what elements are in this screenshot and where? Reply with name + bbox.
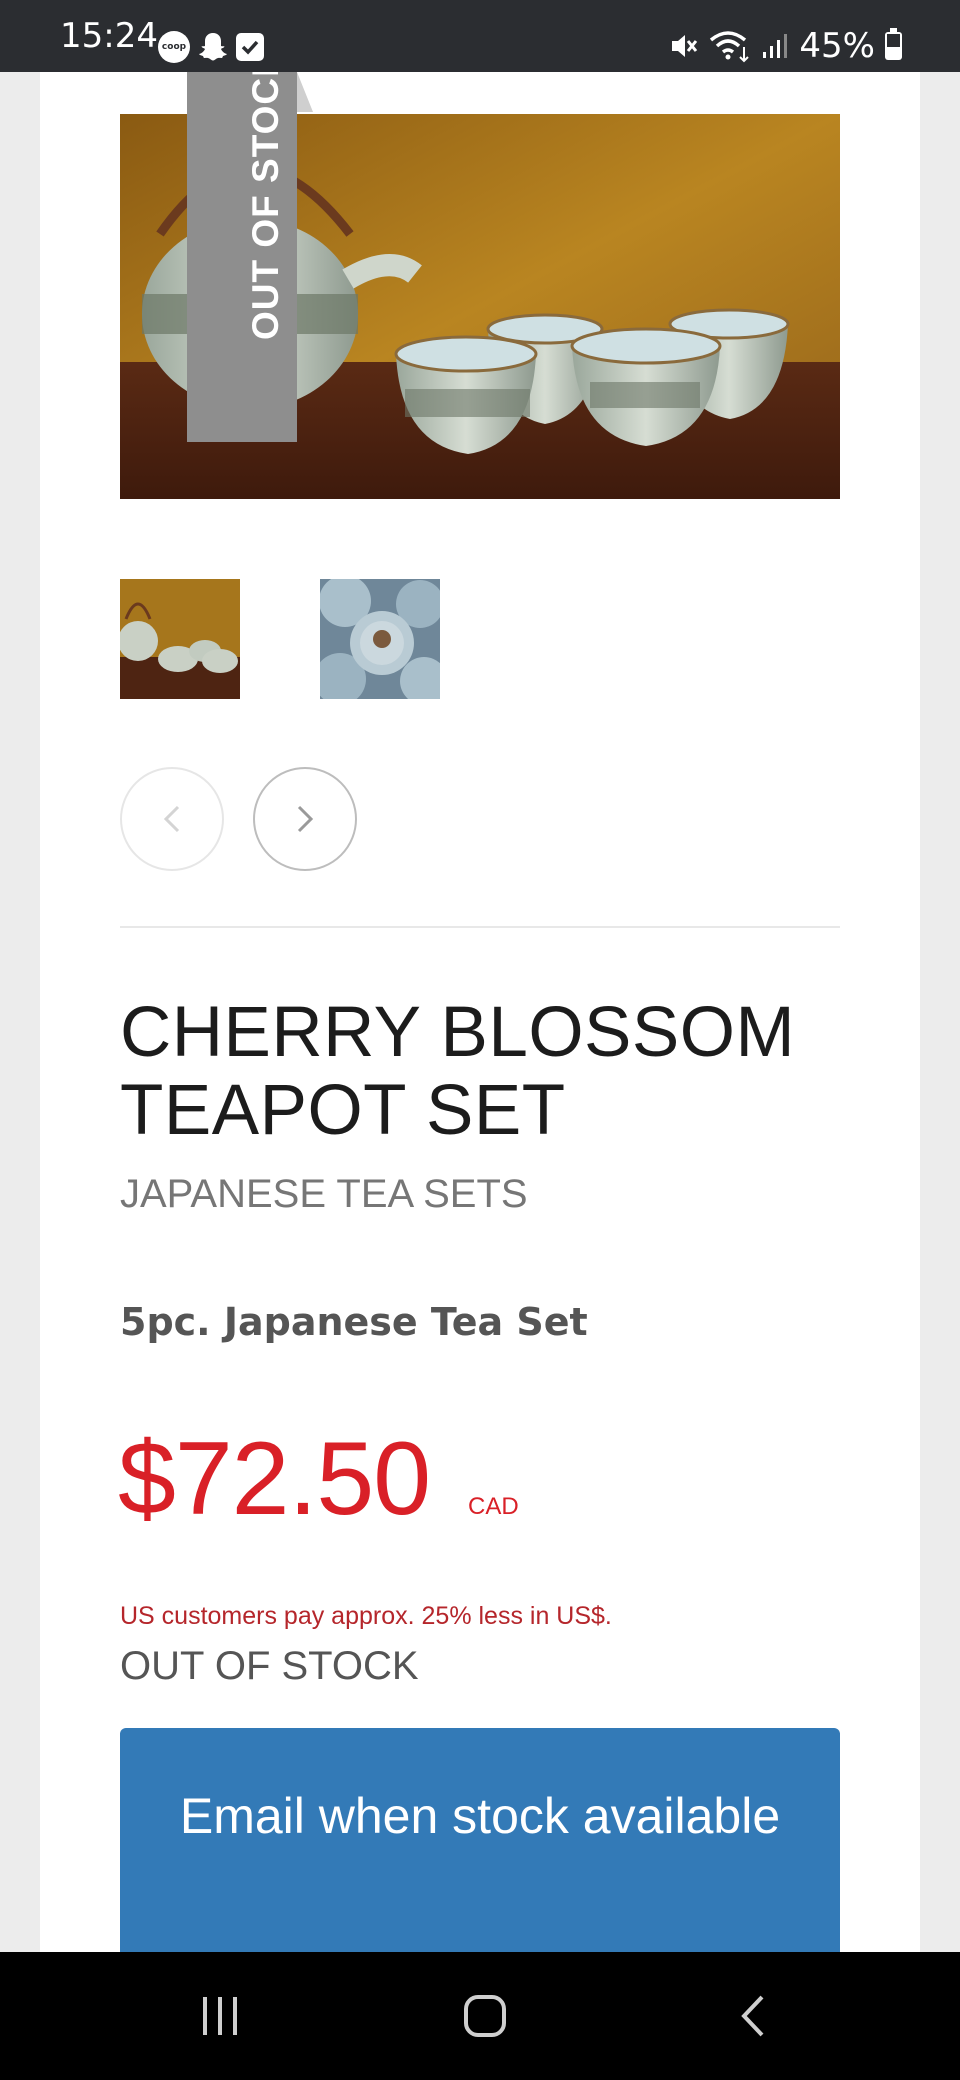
product-price: $72.50 — [118, 1421, 431, 1537]
status-bar: 15:24 coop 45% — [0, 0, 960, 72]
system-navigation-bar — [0, 1952, 960, 2080]
recent-apps-icon — [203, 1997, 237, 2035]
status-time: 15:24 — [60, 16, 158, 56]
notification-icons: coop — [158, 30, 264, 64]
back-button[interactable] — [705, 1952, 805, 2080]
product-title: CHERRY BLOSSOM TEAPOT SET — [120, 993, 796, 1150]
recent-apps-button[interactable] — [170, 1952, 270, 2080]
chevron-right-icon — [297, 805, 314, 833]
wifi-icon — [710, 31, 750, 63]
battery-icon — [885, 28, 902, 60]
product-category-link[interactable]: JAPANESE TEA SETS — [120, 1172, 528, 1217]
divider — [120, 926, 840, 928]
snapchat-icon — [199, 33, 227, 61]
us-price-note: US customers pay approx. 25% less in US$… — [120, 1602, 612, 1630]
email-when-available-button[interactable]: Email when stock available — [120, 1728, 840, 1968]
system-icons: 45% — [669, 22, 902, 70]
home-icon — [464, 1995, 506, 2037]
gallery-next-button[interactable] — [253, 767, 357, 871]
signal-icon — [763, 34, 788, 58]
product-page: OUT OF STOCK CHERRY BLOSSOM TEAPOT SET J… — [40, 49, 920, 1968]
out-of-stock-badge: OUT OF STOCK — [245, 49, 286, 340]
home-button[interactable] — [435, 1952, 535, 2080]
ribbon-fold — [297, 72, 313, 112]
product-subtitle: 5pc. Japanese Tea Set — [120, 1300, 588, 1344]
mute-icon — [672, 35, 698, 57]
back-icon — [741, 1995, 764, 2037]
gallery-prev-button[interactable] — [120, 767, 224, 871]
chevron-left-icon — [163, 805, 180, 833]
checkbox-icon — [236, 33, 264, 61]
stock-status: OUT OF STOCK — [120, 1644, 419, 1688]
coop-icon: coop — [158, 31, 190, 63]
battery-percent: 45% — [799, 26, 875, 66]
thumbnail-2[interactable] — [320, 579, 440, 699]
price-currency: CAD — [468, 1493, 519, 1520]
thumbnail-1[interactable] — [120, 579, 240, 699]
